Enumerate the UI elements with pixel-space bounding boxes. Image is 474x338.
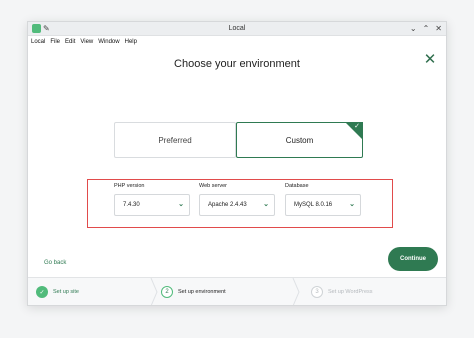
chevron-down-icon: ⌄ (178, 201, 184, 208)
page-title: Choose your environment (174, 58, 300, 70)
close-window-icon[interactable]: ✕ (435, 22, 442, 36)
custom-label: Custom (285, 135, 314, 145)
step-divider (150, 278, 158, 305)
app-window: ✎ Local ⌄ ⌃ ✕ Local File Edit View Windo… (27, 21, 447, 306)
step-label: Set up site (53, 289, 79, 295)
database-value: MySQL 8.0.16 (294, 202, 333, 208)
menu-edit[interactable]: Edit (65, 39, 75, 45)
step-set-up-environment: 2 Set up environment (161, 278, 226, 305)
step-set-up-site: ✓ Set up site (36, 278, 79, 305)
menu-file[interactable]: File (50, 39, 60, 45)
continue-button[interactable]: Continue (388, 247, 438, 271)
menu-help[interactable]: Help (125, 39, 137, 45)
preferred-option[interactable]: Preferred (114, 122, 236, 158)
close-icon[interactable]: ✕ (422, 52, 438, 68)
php-version-label: PHP version (114, 183, 145, 189)
maximize-icon[interactable]: ⌃ (423, 22, 430, 36)
php-version-select[interactable]: 7.4.30 ⌄ (114, 194, 190, 216)
step-label: Set up WordPress (328, 289, 373, 295)
go-back-link[interactable]: Go back (44, 260, 66, 266)
minimize-icon[interactable]: ⌄ (410, 22, 417, 36)
check-icon: ✓ (36, 286, 48, 298)
checkmark-icon: ✓ (354, 123, 360, 130)
window-title: Local (228, 25, 246, 32)
step-number: 2 (161, 286, 173, 298)
progress-stepper: ✓ Set up site 2 Set up environment 3 Set… (28, 277, 446, 305)
php-version-value: 7.4.30 (123, 202, 140, 208)
web-server-select[interactable]: Apache 2.4.43 ⌄ (199, 194, 275, 216)
web-server-label: Web server (199, 183, 228, 189)
web-server-value: Apache 2.4.43 (208, 202, 247, 208)
custom-option[interactable]: Custom ✓ (236, 122, 363, 158)
preferred-label: Preferred (158, 135, 192, 145)
chevron-down-icon: ⌄ (349, 201, 355, 208)
step-number: 3 (311, 286, 323, 298)
chevron-down-icon: ⌄ (263, 201, 269, 208)
step-divider (292, 278, 300, 305)
step-set-up-wordpress: 3 Set up WordPress (311, 278, 373, 305)
menu-bar: Local File Edit View Window Help (28, 36, 446, 48)
menu-window[interactable]: Window (98, 39, 119, 45)
menu-local[interactable]: Local (31, 39, 45, 45)
database-select[interactable]: MySQL 8.0.16 ⌄ (285, 194, 361, 216)
title-bar: ✎ Local ⌄ ⌃ ✕ (28, 22, 446, 36)
step-label: Set up environment (178, 289, 226, 295)
window-controls: ⌄ ⌃ ✕ (410, 22, 442, 36)
menu-view[interactable]: View (80, 39, 93, 45)
database-label: Database (285, 183, 309, 189)
desktop-background: ✎ Local ⌄ ⌃ ✕ Local File Edit View Windo… (0, 0, 474, 338)
